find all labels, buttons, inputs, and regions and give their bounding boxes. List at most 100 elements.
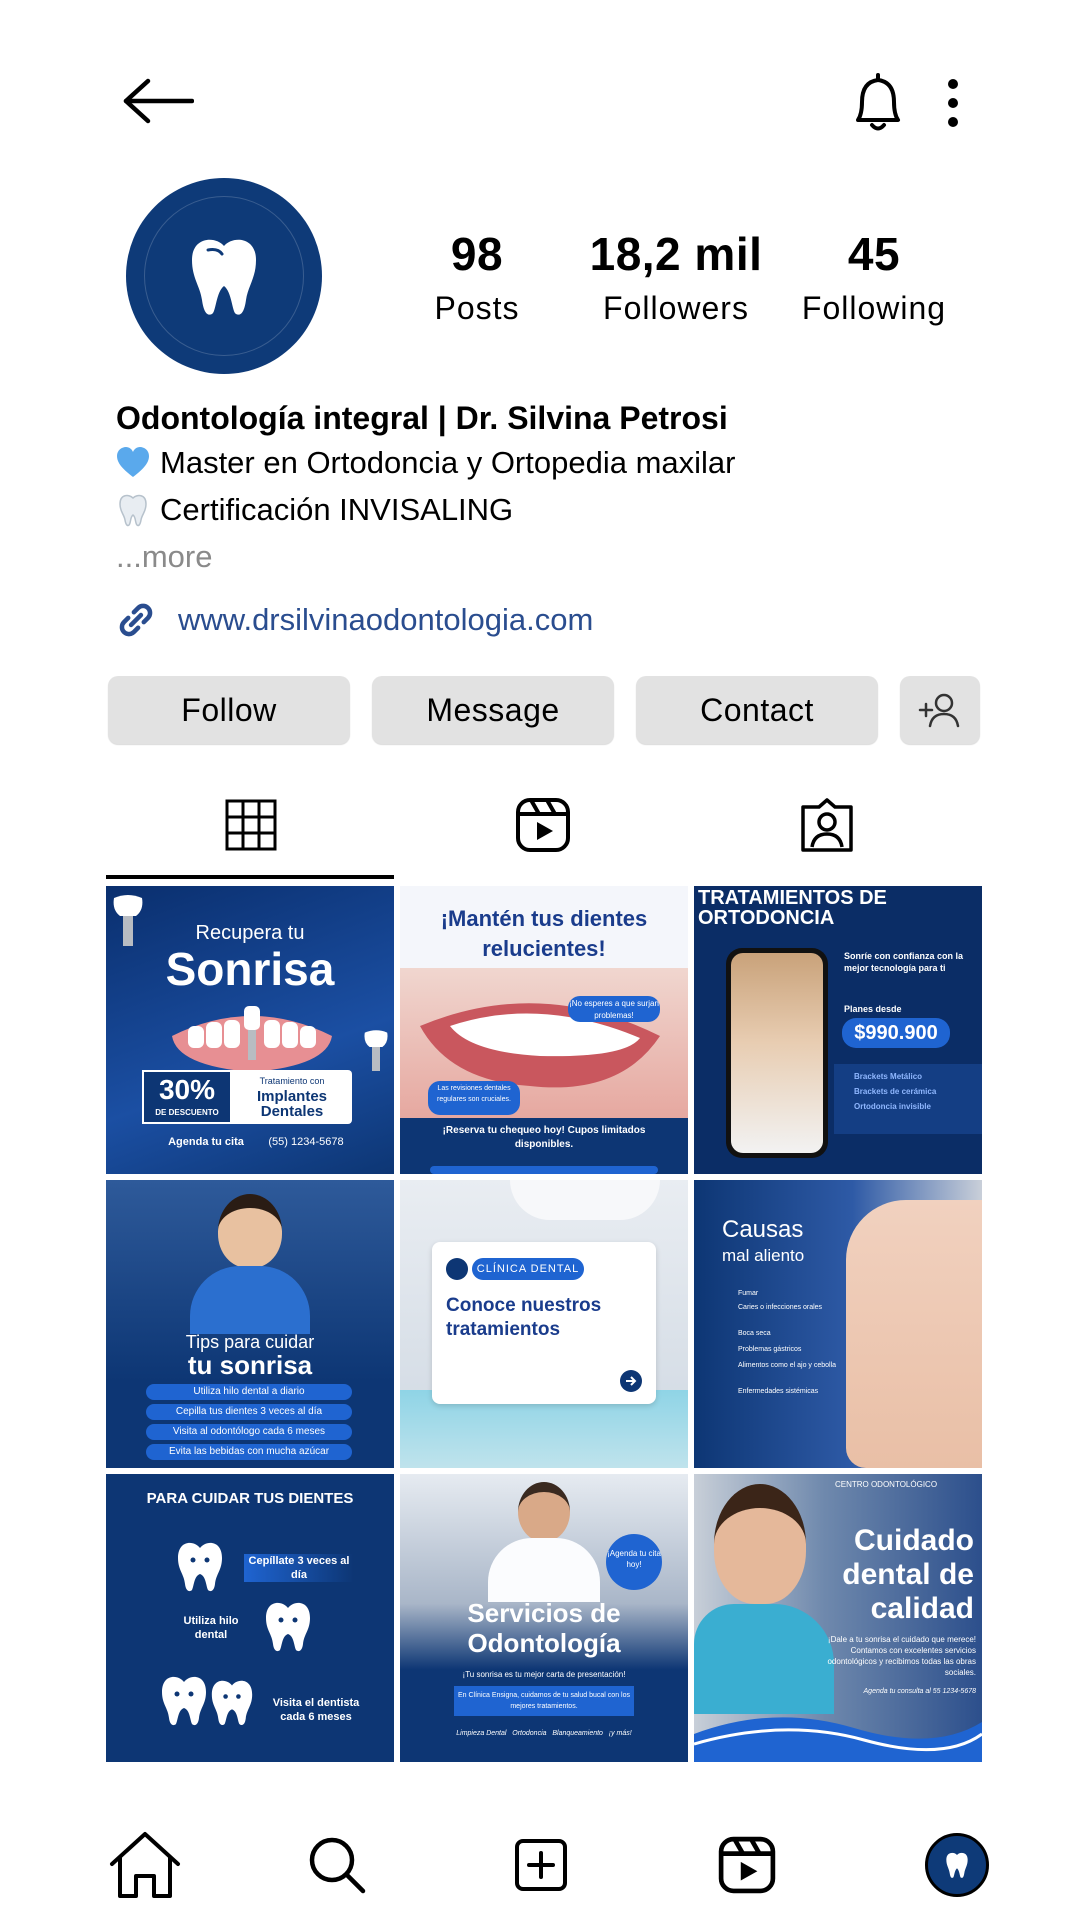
post-3-price: $990.900: [842, 1018, 950, 1048]
tooth-character-icon: [178, 1542, 222, 1592]
vertical-dots-icon[interactable]: [945, 78, 961, 128]
post-7-title: PARA CUIDAR TUS DIENTES: [146, 1490, 354, 1507]
blue-heart-icon: [117, 447, 149, 477]
home-icon: [110, 1832, 180, 1898]
dental-implant-image: [172, 1006, 332, 1072]
followers-label: Followers: [603, 290, 749, 326]
post-8[interactable]: ¡Agenda tu cita hoy! Servicios de Odonto…: [400, 1474, 688, 1762]
implant-right-image: [364, 1030, 388, 1071]
profile-avatar[interactable]: [126, 178, 322, 374]
post-1-line2: Sonrisa: [165, 943, 335, 995]
post-3-item-3: Ortodoncia invisible: [854, 1102, 931, 1111]
nav-create[interactable]: [496, 1820, 586, 1910]
tab-tagged[interactable]: [682, 770, 972, 880]
post-3-text: Sonríe con confianza con la mejor tecnol…: [844, 951, 964, 973]
post-6[interactable]: Causas mal aliento Fumar Caries o infecc…: [694, 1180, 982, 1468]
post-4-tip-2: Cepilla tus dientes 3 veces al día: [146, 1404, 352, 1420]
post-1[interactable]: Recupera tu Sonrisa 30% DE DESCUENTO Tra…: [106, 886, 394, 1174]
post-3-item-1: Brackets Metálico: [854, 1072, 923, 1081]
add-user-button[interactable]: [900, 676, 980, 744]
stat-posts[interactable]: 98 Posts: [377, 228, 577, 330]
reels-icon: [516, 798, 570, 852]
search-icon: [309, 1837, 366, 1894]
website-url[interactable]: www.drsilvinaodontologia.com: [178, 602, 593, 638]
arrow-left-icon[interactable]: [122, 78, 194, 124]
dentist-man-image: [484, 1482, 604, 1602]
blue-wave-image: [694, 1717, 982, 1762]
post-5[interactable]: CLÍNICA DENTAL Conoce nuestros tratamien…: [400, 1180, 688, 1468]
post-3[interactable]: TRATAMIENTOS DE ORTODONCIA Sonríe con co…: [694, 886, 982, 1174]
post-6-line1: Causas: [722, 1216, 804, 1243]
post-2-bubble2: Las revisiones dentales regulares son cr…: [428, 1081, 520, 1115]
post-9[interactable]: CENTRO ODONTOLÓGICO Cuidado dental de ca…: [694, 1474, 982, 1762]
follow-button[interactable]: Follow: [108, 676, 350, 744]
top-bar: [0, 0, 1080, 180]
reels-icon: [718, 1836, 776, 1894]
post-6-item-1: Fumar: [738, 1290, 759, 1297]
posts-count: 98: [450, 228, 504, 280]
post-9-text: ¡Dale a tu sonrisa el cuidado que merece…: [827, 1635, 976, 1677]
post-8-services: Limpieza Dental Ortodoncia Blanqueamient…: [456, 1730, 632, 1737]
bio-more-link[interactable]: ...more: [116, 535, 996, 579]
bottom-nav: [0, 1800, 1080, 1920]
post-8-sub: ¡Tu sonrisa es tu mejor carta de present…: [462, 1670, 626, 1679]
following-count: 45: [847, 228, 901, 280]
post-2-footer: ¡Reserva tu chequeo hoy! Cupos limitados…: [442, 1125, 646, 1150]
post-8-badge: ¡Agenda tu cita hoy!: [606, 1534, 662, 1590]
post-5-title: Conoce nuestros tratamientos: [446, 1295, 602, 1340]
post-9-cta: Agenda tu consulta al 55 1234-5678: [863, 1688, 976, 1695]
website-link[interactable]: www.drsilvinaodontologia.com: [112, 596, 593, 644]
post-3-title: TRATAMIENTOS DE ORTODONCIA: [698, 887, 887, 929]
post-1-phone: (55) 1234-5678: [268, 1136, 344, 1148]
nav-profile[interactable]: [912, 1820, 1002, 1910]
message-button[interactable]: Message: [372, 676, 614, 744]
tab-reels[interactable]: [398, 770, 688, 880]
tooth-character-icon: [266, 1602, 310, 1652]
posts-grid: Recupera tu Sonrisa 30% DE DESCUENTO Tra…: [106, 886, 982, 1762]
nav-home[interactable]: [100, 1820, 190, 1910]
post-1-discount: 30%: [158, 1074, 216, 1105]
avatar-ring: [144, 196, 304, 356]
posts-label: Posts: [434, 290, 520, 326]
add-post-icon: [515, 1839, 567, 1891]
post-4[interactable]: Tips para cuidar tu sonrisa Utiliza hilo…: [106, 1180, 394, 1468]
arrow-circle-icon: [620, 1370, 642, 1392]
nav-search[interactable]: [292, 1820, 382, 1910]
dental-lamp-image: [510, 1180, 660, 1220]
post-3-plans: Planes desde: [844, 1004, 902, 1014]
stat-following[interactable]: 45 Following: [774, 228, 974, 330]
profile-name: Odontología integral | Dr. Silvina Petro…: [116, 400, 728, 436]
post-7-tip-2: Utiliza hilo dental: [183, 1615, 239, 1641]
post-9-top: CENTRO ODONTOLÓGICO: [834, 1480, 938, 1489]
link-icon: [119, 603, 153, 637]
post-7[interactable]: PARA CUIDAR TUS DIENTES Cepíllate 3 vece…: [106, 1474, 394, 1762]
post-6-item-5: Alimentos como el ajo y cebolla: [738, 1362, 837, 1369]
post-6-item-6: Enfermedades sistémicas: [738, 1388, 819, 1395]
post-7-tip-1: Cepíllate 3 veces al día: [244, 1554, 354, 1582]
post-9-title: Cuidado dental de calidad: [842, 1524, 974, 1625]
bio-line-1: Master en Ortodoncia y Ortopedia maxilar: [116, 441, 996, 485]
tooth-icon: [946, 1852, 968, 1878]
post-1-cta: Agenda tu cita: [168, 1136, 244, 1148]
profile-tabs: [0, 770, 1080, 880]
nav-reels[interactable]: [702, 1820, 792, 1910]
contact-button[interactable]: Contact: [636, 676, 878, 744]
tab-posts-grid[interactable]: [106, 770, 396, 880]
post-1-promo-big: Implantes Dentales: [256, 1088, 328, 1120]
bio-text-1: Master en Ortodoncia y Ortopedia maxilar: [160, 445, 736, 480]
stat-followers[interactable]: 18,2 mil Followers: [576, 228, 776, 330]
bell-icon[interactable]: [850, 72, 906, 134]
post-8-box: En Clínica Ensigna, cuidamos de tu salud…: [454, 1686, 634, 1716]
followers-count: 18,2 mil: [589, 228, 763, 280]
post-6-item-2: Caries o infecciones orales: [738, 1304, 823, 1311]
following-label: Following: [801, 290, 947, 326]
hand-mouth-image: [846, 1200, 982, 1468]
post-2-cta-bar: [430, 1166, 658, 1174]
post-2[interactable]: ¡Mantén tus dientes relucientes! ¡No esp…: [400, 886, 688, 1174]
active-tab-indicator: [106, 875, 394, 879]
post-1-promo-small: Tratamiento con: [259, 1076, 325, 1086]
grid-icon: [225, 799, 277, 851]
post-4-line2: tu sonrisa: [187, 1350, 313, 1380]
dentist-woman-image: [190, 1194, 310, 1334]
post-4-tip-3: Visita al odontólogo cada 6 meses: [146, 1424, 352, 1440]
